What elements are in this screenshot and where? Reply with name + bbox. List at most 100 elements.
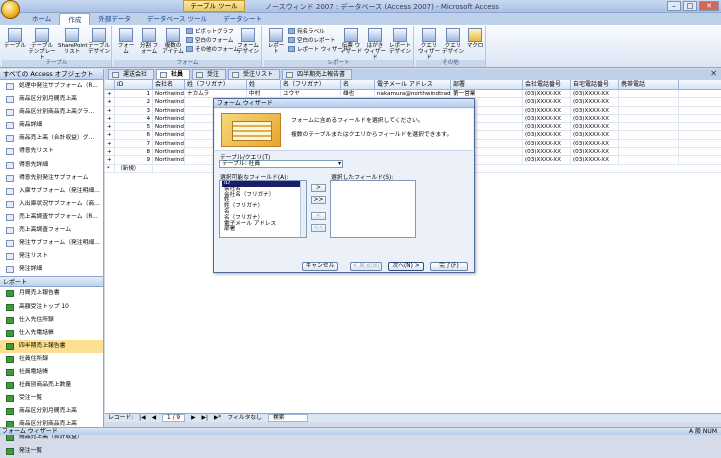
next-record-icon[interactable]: ▶ <box>191 414 195 422</box>
col-header-sei-furigana[interactable]: 姓（フリガナ） <box>185 80 247 89</box>
table-cell[interactable]: 8 <box>115 148 153 156</box>
remove-field-button[interactable]: < <box>311 212 326 220</box>
nav-form-item[interactable]: 得意先詳細 <box>0 159 103 172</box>
sharepoint-list-button[interactable]: SharePoint リスト <box>58 28 88 55</box>
table-cell[interactable]: (03)XXXX-XX <box>571 139 619 148</box>
nav-form-item[interactable]: 商品区分別商品売上高グラ... <box>0 106 103 119</box>
selected-fields-list[interactable] <box>330 180 416 238</box>
table-cell[interactable]: (03)XXXX-XX <box>571 123 619 131</box>
row-selector[interactable]: + <box>105 90 115 98</box>
tab-create[interactable]: 作成 <box>59 13 91 25</box>
table-cell[interactable]: (03)XXXX-XX <box>523 131 571 139</box>
nav-form-item[interactable]: 処理中発注サブフォーム（R... <box>0 80 103 93</box>
nav-form-item[interactable]: 発注詳細 <box>0 263 103 276</box>
nav-report-item[interactable]: 社員電話帳 <box>0 366 103 379</box>
form-design-button[interactable]: フォーム デザイン <box>236 28 260 55</box>
blank-report-button[interactable]: 空白のレポート <box>288 37 336 45</box>
table-cell[interactable]: 4 <box>115 114 153 123</box>
maximize-icon[interactable]: □ <box>683 1 697 11</box>
table-cell[interactable] <box>619 139 679 148</box>
table-cell[interactable]: 中村 <box>247 90 281 98</box>
row-selector[interactable]: + <box>105 148 115 156</box>
nav-report-item[interactable]: 受注一覧 <box>0 392 103 405</box>
col-header-email[interactable]: 電子メール アドレス <box>375 80 451 89</box>
col-header-company[interactable]: 会社名 <box>153 80 185 89</box>
nav-form-item[interactable]: 売上高調査サブフォーム（R... <box>0 211 103 224</box>
table-cell[interactable]: (03)XXXX-XX <box>571 131 619 139</box>
table-cell[interactable]: 1 <box>115 90 153 98</box>
table-cell[interactable]: 雄也 <box>341 90 375 98</box>
nav-report-item[interactable]: 月間売上報告書 <box>0 287 103 300</box>
table-cell[interactable]: Northwind Tra <box>153 148 185 156</box>
doc-tab-orders[interactable]: 受注 <box>192 69 227 80</box>
nav-form-item[interactable]: 商品区分別月間売上高 <box>0 93 103 106</box>
row-selector[interactable]: + <box>105 123 115 131</box>
row-selector[interactable]: + <box>105 98 115 106</box>
minimize-icon[interactable]: – <box>667 1 681 11</box>
report-design-button[interactable]: レポート デザイン <box>388 28 412 55</box>
nav-form-item[interactable]: 入出庫状況サブフォーム（商... <box>0 198 103 211</box>
nav-form-item[interactable]: 商品売上高（合計収益）グ... <box>0 132 103 145</box>
table-cell[interactable]: (03)XXXX-XX <box>523 90 571 98</box>
table-query-select[interactable]: テーブル: 社員 <box>219 160 343 168</box>
table-cell[interactable]: Northwind Tra <box>153 156 185 164</box>
table-cell[interactable] <box>619 114 679 123</box>
first-record-icon[interactable]: |◀ <box>139 414 145 422</box>
col-header-sei[interactable]: 姓 <box>247 80 281 89</box>
query-design-button[interactable]: クエリ デザイン <box>442 28 464 55</box>
record-position[interactable]: 1 / 9 <box>162 414 186 422</box>
close-doc-icon[interactable]: ✕ <box>710 69 717 80</box>
doc-tab-quarterly-report[interactable]: 四半期売上報告書 <box>282 69 353 80</box>
table-cell[interactable] <box>619 90 679 98</box>
doc-tab-shippers[interactable]: 運送会社 <box>108 69 155 80</box>
macro-button[interactable]: マクロ <box>466 28 484 49</box>
table-cell[interactable]: Northwind Tra <box>153 98 185 106</box>
nav-form-item[interactable]: 商品詳細 <box>0 119 103 132</box>
nav-report-item[interactable]: 発注一覧 <box>0 445 103 458</box>
field-option[interactable]: 部署 <box>222 227 306 233</box>
available-fields-list[interactable]: ID 会社名 会社名（フリガナ）姓姓（フリガナ）名名（フリガナ） 電子メール アドレス… <box>219 180 307 238</box>
table-cell[interactable] <box>619 123 679 131</box>
table-cell[interactable]: Northwind Tra <box>153 90 185 98</box>
nav-report-item[interactable]: 社員住所録 <box>0 353 103 366</box>
table-cell[interactable]: 3 <box>115 106 153 114</box>
table-cell[interactable]: (03)XXXX-XX <box>571 98 619 106</box>
labels-button[interactable]: 宛名ラベル <box>288 28 325 36</box>
table-cell[interactable]: (03)XXXX-XX <box>523 148 571 156</box>
col-header-id[interactable]: ID <box>115 80 153 89</box>
table-cell[interactable]: Northwind Tra <box>153 114 185 123</box>
row-selector[interactable]: + <box>105 156 115 164</box>
table-cell[interactable]: 第一営業 <box>451 90 523 98</box>
table-cell[interactable]: 2 <box>115 98 153 106</box>
tab-datasheet[interactable]: データシート <box>215 13 270 25</box>
table-cell[interactable]: Northwind Tra <box>153 123 185 131</box>
table-cell[interactable] <box>619 98 679 106</box>
cancel-button[interactable]: キャンセル <box>302 262 338 271</box>
table-cell[interactable]: 7 <box>115 139 153 148</box>
row-selector[interactable]: + <box>105 131 115 139</box>
more-forms-button[interactable]: その他のフォーム <box>186 46 239 54</box>
nav-report-item[interactable]: 社員別商品売上数量 <box>0 379 103 392</box>
query-wizard-button[interactable]: クエリ ウィザード <box>418 28 440 61</box>
table-cell[interactable]: (03)XXXX-XX <box>571 114 619 123</box>
nav-section-reports[interactable]: レポート <box>0 276 103 288</box>
table-cell[interactable]: Northwind Tra <box>153 106 185 114</box>
nav-report-item[interactable]: 仕入先住所録 <box>0 314 103 327</box>
filter-status[interactable]: フィルタなし <box>227 414 262 422</box>
last-record-icon[interactable]: ▶| <box>202 414 208 422</box>
table-cell[interactable]: (03)XXXX-XX <box>571 106 619 114</box>
col-header-mei[interactable]: 名 <box>341 80 375 89</box>
table-cell[interactable]: (03)XXXX-XX <box>523 123 571 131</box>
pivot-chart-button[interactable]: ピボットグラフ <box>186 28 234 36</box>
col-header-mobile[interactable]: 携帯電話 <box>619 80 679 89</box>
finish-button[interactable]: 完了(F) <box>430 262 468 271</box>
nav-form-item[interactable]: 発注リスト <box>0 250 103 263</box>
row-selector[interactable]: + <box>105 139 115 148</box>
table-cell[interactable]: Northwind Tra <box>153 131 185 139</box>
table-cell[interactable]: 9 <box>115 156 153 164</box>
table-cell[interactable]: (03)XXXX-XX <box>523 156 571 164</box>
form-button[interactable]: フォーム <box>116 28 136 55</box>
new-record-icon[interactable]: ▶* <box>214 414 221 422</box>
tab-home[interactable]: ホーム <box>24 13 59 25</box>
nav-form-item[interactable]: 得意先リスト <box>0 145 103 158</box>
